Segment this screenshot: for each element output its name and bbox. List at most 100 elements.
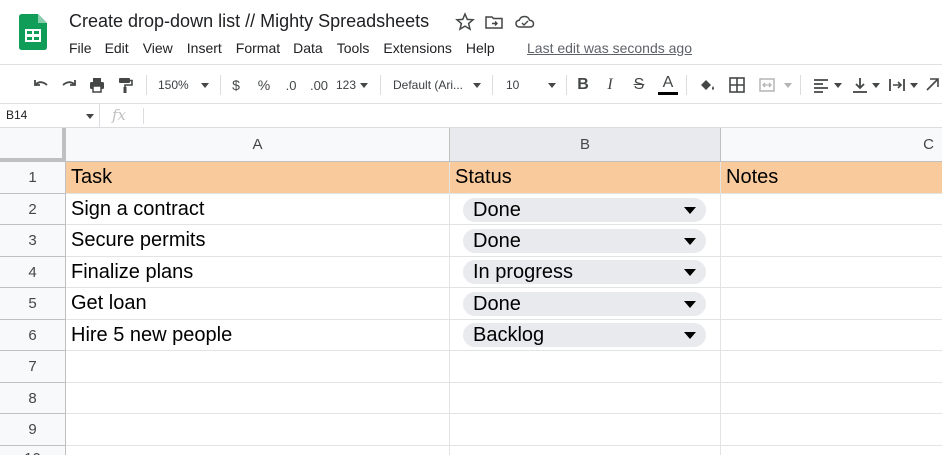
- row-header[interactable]: 5: [0, 288, 66, 320]
- empty-cell[interactable]: [66, 414, 450, 446]
- fill-color-icon[interactable]: [696, 73, 718, 97]
- header-cell-task[interactable]: Task: [66, 162, 450, 194]
- name-box[interactable]: B14: [0, 104, 100, 128]
- menu-insert[interactable]: Insert: [187, 40, 222, 58]
- document-title[interactable]: Create drop-down list // Mighty Spreadsh…: [69, 11, 429, 32]
- status-dropdown-chip[interactable]: In progress: [463, 260, 706, 284]
- zoom-select[interactable]: 150%: [158, 73, 212, 97]
- toolbar-divider: [686, 75, 687, 95]
- print-icon[interactable]: [86, 73, 108, 97]
- task-cell[interactable]: Secure permits: [66, 225, 450, 257]
- empty-cell[interactable]: [66, 446, 450, 455]
- paint-format-icon[interactable]: [114, 73, 136, 97]
- header-cell-status[interactable]: Status: [450, 162, 721, 194]
- row-header[interactable]: 3: [0, 225, 66, 257]
- spreadsheet-grid: A B C 1 Task Status Notes 2 Sign a contr…: [0, 128, 942, 455]
- dropdown-arrow-icon: [684, 269, 696, 276]
- chevron-down-icon[interactable]: [870, 73, 882, 97]
- merge-cells-icon[interactable]: [756, 73, 778, 97]
- column-header-b[interactable]: B: [450, 128, 721, 162]
- menu-data[interactable]: Data: [293, 40, 323, 58]
- menu-extensions[interactable]: Extensions: [383, 40, 451, 58]
- redo-icon[interactable]: [58, 73, 80, 97]
- empty-cell[interactable]: [450, 414, 721, 446]
- row-header[interactable]: 1: [0, 162, 66, 194]
- text-rotation-icon[interactable]: [924, 73, 942, 97]
- dropdown-arrow-icon: [684, 301, 696, 308]
- status-dropdown-chip[interactable]: Done: [463, 198, 706, 222]
- borders-icon[interactable]: [726, 73, 748, 97]
- undo-icon[interactable]: [30, 73, 52, 97]
- more-formats-select[interactable]: 123: [336, 73, 370, 97]
- decrease-decimal-button[interactable]: .0: [280, 73, 302, 97]
- empty-cell[interactable]: [66, 351, 450, 383]
- text-color-icon[interactable]: A: [657, 73, 679, 97]
- google-sheets-logo-icon[interactable]: [19, 14, 47, 50]
- notes-cell[interactable]: [721, 194, 942, 225]
- status-dropdown-chip[interactable]: Done: [463, 229, 706, 253]
- font-size-select[interactable]: 10: [506, 73, 558, 97]
- chevron-down-icon: [360, 83, 368, 88]
- row-header[interactable]: 4: [0, 257, 66, 288]
- empty-cell[interactable]: [450, 383, 721, 414]
- menu-view[interactable]: View: [143, 40, 173, 58]
- move-to-folder-icon[interactable]: [484, 12, 504, 32]
- fx-icon: fx: [112, 106, 127, 124]
- percent-format-button[interactable]: %: [254, 73, 274, 97]
- column-header-c[interactable]: C: [721, 128, 942, 162]
- formula-bar: B14 fx: [0, 104, 942, 128]
- menu-tools[interactable]: Tools: [337, 40, 370, 58]
- empty-cell[interactable]: [450, 351, 721, 383]
- notes-cell[interactable]: [721, 257, 942, 288]
- empty-cell[interactable]: [450, 446, 721, 455]
- menu-format[interactable]: Format: [236, 40, 280, 58]
- title-bar: Create drop-down list // Mighty Spreadsh…: [0, 0, 942, 64]
- row-header[interactable]: 10: [0, 446, 66, 455]
- vertical-align-icon[interactable]: [849, 73, 871, 97]
- row-header[interactable]: 9: [0, 414, 66, 446]
- task-cell[interactable]: Get loan: [66, 288, 450, 320]
- row-header[interactable]: 8: [0, 383, 66, 414]
- empty-cell[interactable]: [66, 383, 450, 414]
- star-icon[interactable]: [455, 12, 475, 32]
- increase-decimal-button[interactable]: .00: [306, 73, 332, 97]
- formula-input[interactable]: [150, 108, 930, 124]
- currency-format-button[interactable]: $: [228, 73, 244, 97]
- empty-cell[interactable]: [721, 383, 942, 414]
- notes-cell[interactable]: [721, 225, 942, 257]
- row-header[interactable]: 7: [0, 351, 66, 383]
- row-header[interactable]: 2: [0, 194, 66, 225]
- empty-cell[interactable]: [721, 446, 942, 455]
- cloud-saved-icon[interactable]: [514, 12, 535, 32]
- chevron-down-icon: [201, 83, 209, 88]
- last-edit-link[interactable]: Last edit was seconds ago: [527, 40, 692, 56]
- status-value: Done: [473, 229, 521, 252]
- notes-cell[interactable]: [721, 320, 942, 351]
- task-cell[interactable]: Sign a contract: [66, 194, 450, 225]
- chevron-down-icon[interactable]: [908, 73, 920, 97]
- strikethrough-icon[interactable]: S: [630, 73, 648, 97]
- menu-file[interactable]: File: [69, 40, 92, 58]
- notes-cell[interactable]: [721, 288, 942, 320]
- text-wrapping-icon[interactable]: [886, 73, 908, 97]
- horizontal-align-icon[interactable]: [810, 73, 832, 97]
- bold-icon[interactable]: B: [574, 73, 592, 97]
- chevron-down-icon[interactable]: [832, 73, 844, 97]
- status-value: Done: [473, 198, 521, 221]
- status-dropdown-chip[interactable]: Backlog: [463, 323, 706, 347]
- italic-icon[interactable]: I: [601, 73, 619, 97]
- task-cell[interactable]: Finalize plans: [66, 257, 450, 288]
- column-header-a[interactable]: A: [66, 128, 450, 162]
- empty-cell[interactable]: [721, 414, 942, 446]
- chevron-down-icon[interactable]: [782, 73, 794, 97]
- task-cell[interactable]: Hire 5 new people: [66, 320, 450, 351]
- menu-edit[interactable]: Edit: [105, 40, 129, 58]
- select-all-corner[interactable]: [0, 128, 66, 162]
- chevron-down-icon: [473, 83, 481, 88]
- menu-help[interactable]: Help: [466, 40, 495, 58]
- status-dropdown-chip[interactable]: Done: [463, 292, 706, 316]
- header-cell-notes[interactable]: Notes: [721, 162, 942, 194]
- empty-cell[interactable]: [721, 351, 942, 383]
- row-header[interactable]: 6: [0, 320, 66, 351]
- font-family-select[interactable]: Default (Ari...: [393, 73, 483, 97]
